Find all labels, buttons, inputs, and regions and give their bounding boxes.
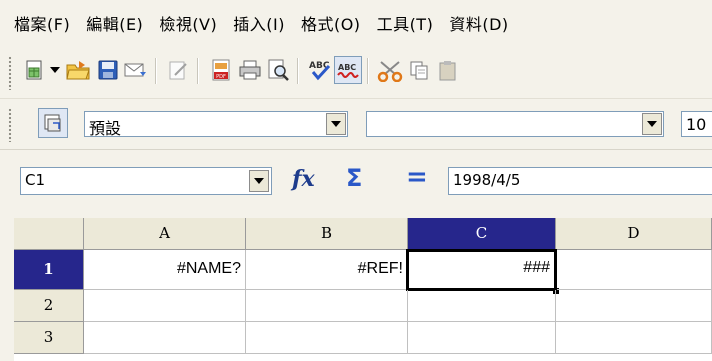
cell-d1[interactable]	[557, 250, 712, 290]
formula-bar: C1 fx Σ = 1998/4/5	[0, 149, 712, 215]
select-all-corner[interactable]	[14, 218, 84, 250]
chevron-down-icon[interactable]	[642, 113, 662, 135]
standard-toolbar: PDF ABC ABC	[0, 46, 712, 98]
menu-insert[interactable]: 插入(I)	[233, 11, 285, 35]
email-icon[interactable]	[122, 56, 150, 84]
menu-data[interactable]: 資料(D)	[449, 11, 508, 35]
font-size-value: 10	[686, 115, 707, 134]
print-icon[interactable]	[236, 56, 264, 84]
toolbar-separator	[197, 58, 199, 84]
toolbar-separator	[155, 58, 157, 84]
font-name-combo[interactable]	[366, 111, 664, 137]
save-icon[interactable]	[94, 56, 122, 84]
formula-input-value: 1998/4/5	[453, 171, 521, 189]
cell-c2[interactable]	[408, 290, 556, 322]
formatting-toolbar: 預設 10	[0, 98, 712, 150]
open-folder-icon[interactable]	[64, 56, 92, 84]
menu-bar: 檔案(F) 編輯(E) 檢視(V) 插入(I) 格式(O) 工具(T) 資料(D…	[0, 0, 712, 46]
cell-c3[interactable]	[408, 322, 556, 354]
cell-b2[interactable]	[246, 290, 408, 322]
styles-window-icon[interactable]	[38, 108, 68, 138]
menu-view[interactable]: 檢視(V)	[159, 11, 217, 35]
toolbar-grip[interactable]	[8, 108, 12, 142]
cut-icon[interactable]	[376, 56, 404, 84]
cell-a2[interactable]	[84, 290, 246, 322]
new-document-icon[interactable]	[20, 56, 48, 84]
name-box[interactable]: C1	[20, 167, 272, 195]
cell-b1[interactable]: #REF!	[246, 250, 408, 290]
export-pdf-icon[interactable]: PDF	[207, 56, 235, 84]
menu-edit[interactable]: 編輯(E)	[86, 11, 143, 35]
edit-file-icon[interactable]	[164, 56, 192, 84]
paragraph-style-combo[interactable]: 預設	[84, 111, 348, 138]
cell-d2[interactable]	[556, 290, 712, 322]
row-header-1[interactable]: 1	[14, 250, 84, 290]
chevron-down-icon[interactable]	[249, 170, 269, 192]
cell-c1[interactable]: ###	[406, 249, 557, 291]
menu-file[interactable]: 檔案(F)	[14, 11, 70, 35]
paragraph-style-value: 預設	[89, 119, 122, 138]
column-header-c[interactable]: C	[408, 218, 556, 250]
toolbar-separator	[367, 58, 369, 84]
spellcheck-icon[interactable]: ABC	[306, 56, 334, 84]
sum-icon[interactable]: Σ	[346, 164, 362, 192]
print-preview-icon[interactable]	[264, 56, 292, 84]
font-size-combo[interactable]: 10	[681, 111, 712, 137]
cell-a1[interactable]: #NAME?	[84, 250, 246, 290]
column-header-b[interactable]: B	[246, 218, 408, 250]
toolbar-grip[interactable]	[8, 56, 12, 90]
chevron-down-icon[interactable]	[326, 113, 346, 135]
paste-icon[interactable]	[434, 56, 462, 84]
svg-text:ABC: ABC	[338, 63, 356, 72]
formula-input[interactable]: 1998/4/5	[448, 167, 712, 195]
sheet-grid: A B C D 1 2 3 #NAME? #REF! ###	[14, 218, 712, 361]
name-box-value: C1	[25, 171, 46, 189]
function-wizard-icon[interactable]: fx	[292, 166, 315, 192]
menu-tools[interactable]: 工具(T)	[377, 11, 434, 35]
cell-a3[interactable]	[84, 322, 246, 354]
copy-icon[interactable]	[405, 56, 433, 84]
column-header-d[interactable]: D	[556, 218, 712, 250]
autospellcheck-icon[interactable]: ABC	[334, 56, 362, 84]
column-header-a[interactable]: A	[84, 218, 246, 250]
svg-text:PDF: PDF	[216, 74, 226, 80]
cell-b3[interactable]	[246, 322, 408, 354]
dropdown-arrow-icon[interactable]	[48, 56, 62, 84]
row-header-2[interactable]: 2	[14, 290, 84, 322]
cell-d3[interactable]	[556, 322, 712, 354]
menu-format[interactable]: 格式(O)	[301, 11, 361, 35]
function-equals-icon[interactable]: =	[406, 162, 428, 192]
row-header-3[interactable]: 3	[14, 322, 84, 354]
toolbar-separator	[297, 58, 299, 84]
